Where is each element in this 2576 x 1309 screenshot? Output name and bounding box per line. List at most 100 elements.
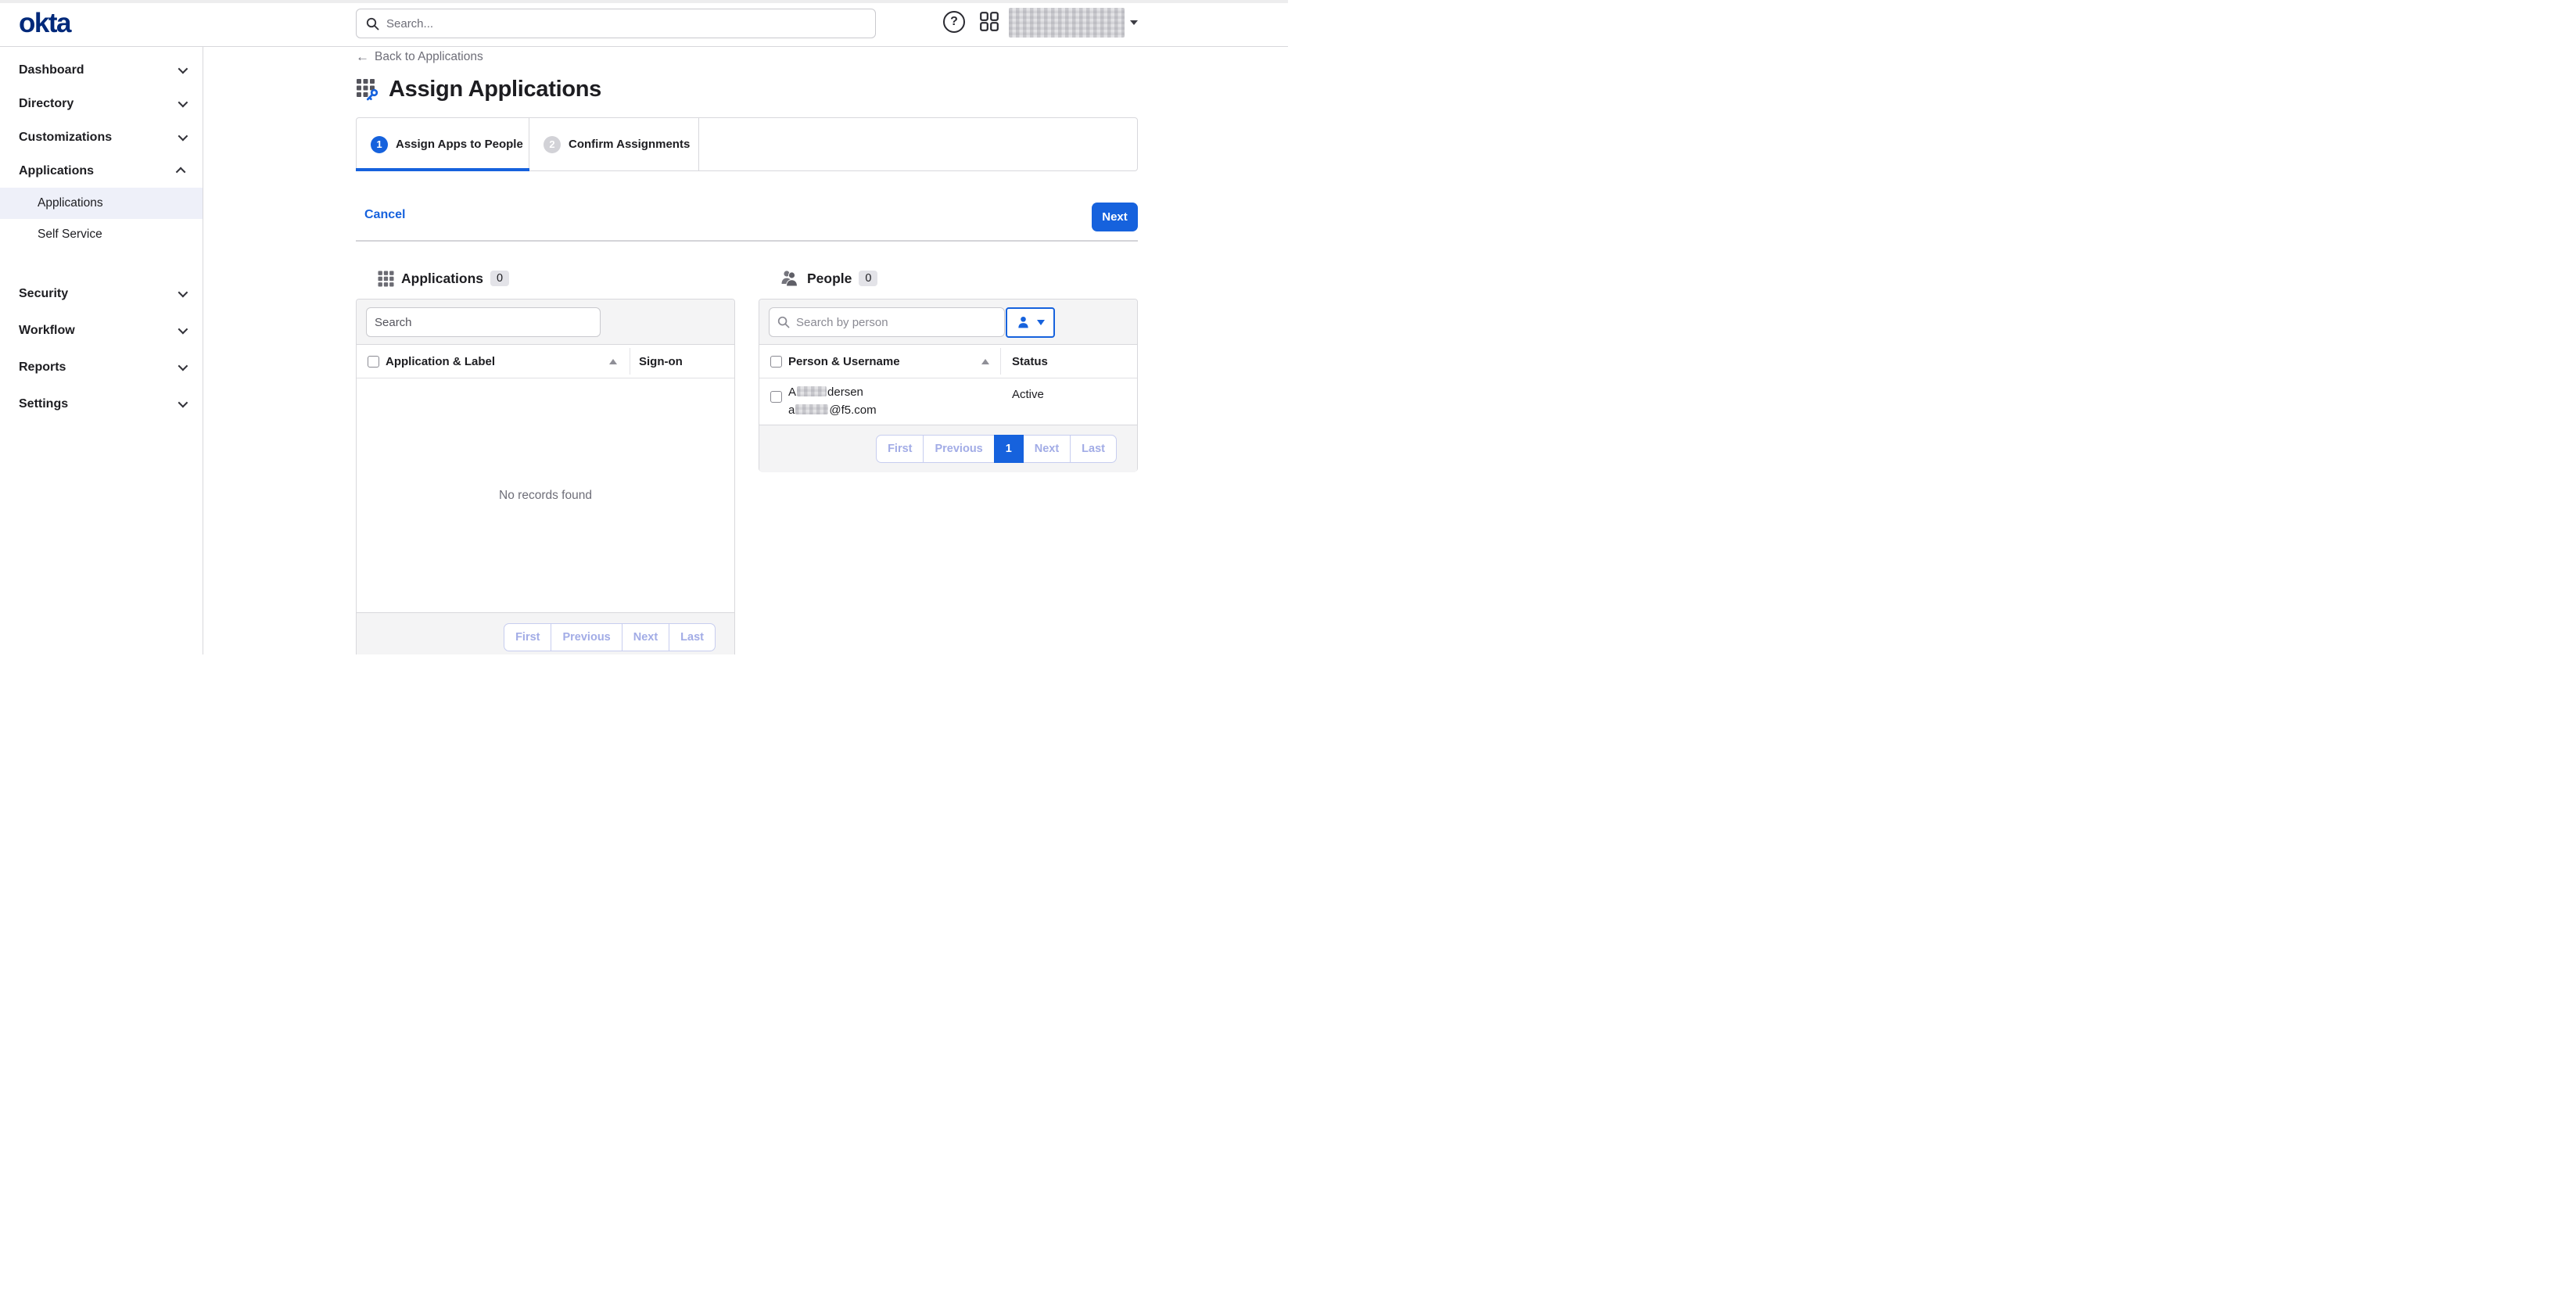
people-count-badge: 0	[859, 271, 877, 286]
pagination-previous-button[interactable]: Previous	[923, 435, 994, 463]
pagination-first-button[interactable]: First	[504, 623, 551, 651]
global-search-input[interactable]	[386, 17, 866, 30]
column-person-username[interactable]: Person & Username	[788, 345, 900, 378]
person-name-suffix: dersen	[827, 386, 863, 399]
okta-admin-console: okta ? Dashboard	[0, 0, 1288, 654]
pagination-next-button[interactable]: Next	[1023, 435, 1071, 463]
step-tab-confirm-assignments[interactable]: 2 Confirm Assignments	[529, 118, 699, 170]
caret-down-icon	[1130, 20, 1138, 25]
people-search-input[interactable]	[796, 316, 996, 329]
applications-search[interactable]	[366, 307, 601, 337]
person-row-checkbox[interactable]	[770, 391, 782, 403]
pagination-last-button[interactable]: Last	[1070, 435, 1117, 463]
sidebar-item-reports[interactable]: Reports	[0, 349, 203, 386]
assign-applications-icon	[356, 77, 380, 102]
sidebar-item-customizations[interactable]: Customizations	[0, 120, 203, 154]
pagination-next-button[interactable]: Next	[622, 623, 669, 651]
sidebar-item-label: Reports	[19, 360, 178, 375]
sidebar-item-label: Dashboard	[19, 63, 178, 77]
people-panel: Person & Username Status Adersen a @f5.co…	[759, 299, 1138, 472]
pagination-current-page[interactable]: 1	[994, 435, 1024, 463]
sidebar-subitem-self-service[interactable]: Self Service	[0, 219, 203, 250]
person-name: Adersen	[788, 386, 863, 399]
applications-search-input[interactable]	[375, 316, 592, 329]
step-number-badge: 1	[371, 136, 388, 153]
two-people-icon	[780, 270, 800, 287]
sidebar-item-dashboard[interactable]: Dashboard	[0, 53, 203, 87]
people-table-header: Person & Username Status	[759, 345, 1137, 378]
no-records-message: No records found	[499, 489, 592, 503]
applications-count-badge: 0	[490, 271, 509, 286]
sidebar-item-label: Workflow	[19, 324, 178, 338]
redacted-username-segment	[795, 404, 828, 414]
person-username: a @f5.com	[788, 403, 877, 417]
sidebar-item-label: Customizations	[19, 131, 178, 145]
chevron-down-icon	[178, 398, 188, 408]
chevron-down-icon	[178, 361, 188, 371]
sidebar-item-workflow[interactable]: Workflow	[0, 312, 203, 349]
people-pagination: First Previous 1 Next Last	[876, 435, 1117, 463]
account-menu[interactable]	[1009, 6, 1142, 39]
sidebar-nav: Dashboard Directory Customizations Appli…	[0, 47, 203, 654]
sidebar-item-security[interactable]: Security	[0, 275, 203, 312]
person-icon	[1017, 316, 1030, 329]
sidebar-subitem-applications[interactable]: Applications	[0, 188, 203, 219]
column-status[interactable]: Status	[1012, 345, 1048, 378]
sort-asc-icon[interactable]	[981, 359, 989, 364]
person-status: Active	[1012, 388, 1044, 401]
select-all-applications-checkbox[interactable]	[368, 356, 379, 368]
people-panel-header: People 0	[780, 267, 877, 289]
person-username-suffix: @f5.com	[829, 403, 876, 417]
step-label: Confirm Assignments	[569, 138, 690, 151]
grid-icon	[980, 12, 999, 31]
step-number-badge: 2	[544, 136, 561, 153]
column-sign-on[interactable]: Sign-on	[639, 345, 683, 378]
sort-asc-icon[interactable]	[609, 359, 617, 364]
applications-table-header: Application & Label Sign-on	[357, 345, 734, 378]
person-username-prefix: a	[788, 403, 795, 417]
pagination-last-button[interactable]: Last	[669, 623, 716, 651]
help-icon[interactable]: ?	[943, 11, 965, 33]
sidebar-item-applications[interactable]: Applications	[0, 154, 203, 188]
sidebar-item-label: Applications	[19, 164, 178, 178]
person-row: Adersen a @f5.com Active	[759, 378, 1137, 425]
okta-logo[interactable]: okta	[19, 9, 70, 38]
next-button[interactable]: Next	[1092, 203, 1138, 231]
app-grid-icon	[378, 271, 394, 287]
step-tab-assign-apps[interactable]: 1 Assign Apps to People	[357, 118, 529, 170]
people-panel-title: People	[807, 271, 852, 287]
applications-submenu: Applications Self Service	[0, 188, 203, 250]
chevron-down-icon	[178, 288, 188, 298]
sidebar-item-label: Directory	[19, 97, 178, 111]
pagination-first-button[interactable]: First	[876, 435, 924, 463]
top-strip	[0, 0, 1288, 3]
applications-table-footer: First Previous Next Last	[357, 612, 734, 654]
app-switcher-icon[interactable]	[979, 12, 999, 33]
chevron-down-icon	[178, 131, 188, 142]
sidebar-item-directory[interactable]: Directory	[0, 87, 203, 120]
back-link-label: Back to Applications	[375, 50, 483, 64]
chevron-down-icon	[178, 325, 188, 335]
redacted-name-segment	[797, 386, 827, 396]
applications-panel: Application & Label Sign-on No records f…	[356, 299, 735, 654]
select-all-people-checkbox[interactable]	[770, 356, 782, 368]
dropdown-caret-icon	[1037, 320, 1045, 325]
sidebar-item-settings[interactable]: Settings	[0, 386, 203, 422]
wizard-steps: 1 Assign Apps to People 2 Confirm Assign…	[356, 117, 1138, 171]
people-search[interactable]	[769, 307, 1005, 337]
page-title-text: Assign Applications	[389, 77, 601, 102]
applications-toolbar	[357, 299, 734, 345]
pagination-previous-button[interactable]: Previous	[551, 623, 622, 651]
cancel-button[interactable]: Cancel	[364, 208, 405, 222]
search-icon	[366, 17, 379, 30]
applications-pagination: First Previous Next Last	[504, 623, 716, 651]
global-search[interactable]	[356, 9, 876, 38]
section-divider	[356, 240, 1138, 242]
people-filter-dropdown[interactable]	[1006, 307, 1055, 338]
column-application-label[interactable]: Application & Label	[386, 345, 495, 378]
applications-panel-title: Applications	[401, 271, 483, 287]
sidebar-item-label: Security	[19, 287, 178, 301]
back-arrow-icon: ←	[356, 49, 369, 65]
column-divider	[1000, 348, 1001, 375]
back-to-applications-link[interactable]: ← Back to Applications	[356, 49, 483, 65]
